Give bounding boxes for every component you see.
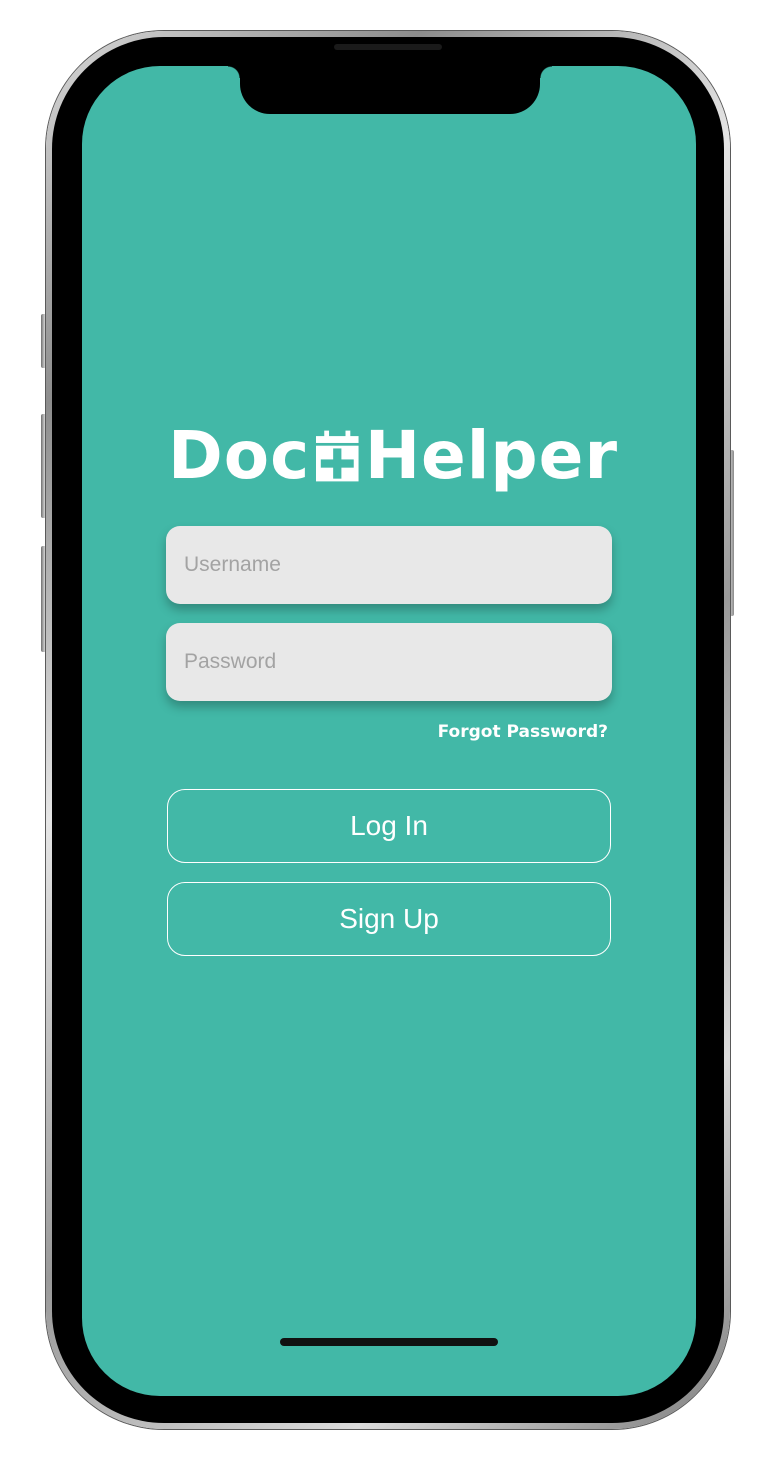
- password-input[interactable]: [182, 649, 596, 675]
- forgot-password-link[interactable]: Forgot Password?: [438, 722, 608, 742]
- logo-text-helper: Helper: [364, 417, 618, 494]
- app-screen: Doc Helper Forgot Password? Log In Sign …: [82, 66, 696, 1396]
- home-indicator[interactable]: [280, 1338, 498, 1346]
- earpiece-speaker: [334, 44, 442, 50]
- logo-text-doc: Doc: [168, 417, 311, 494]
- calendar-plus-icon: [316, 430, 359, 482]
- device-mockup: Doc Helper Forgot Password? Log In Sign …: [0, 0, 774, 1470]
- username-input[interactable]: [182, 552, 596, 578]
- password-field[interactable]: [166, 623, 612, 701]
- signup-button[interactable]: Sign Up: [167, 882, 611, 956]
- app-logo: Doc Helper: [168, 406, 618, 506]
- username-field[interactable]: [166, 526, 612, 604]
- login-button[interactable]: Log In: [167, 789, 611, 863]
- notch: [228, 66, 552, 114]
